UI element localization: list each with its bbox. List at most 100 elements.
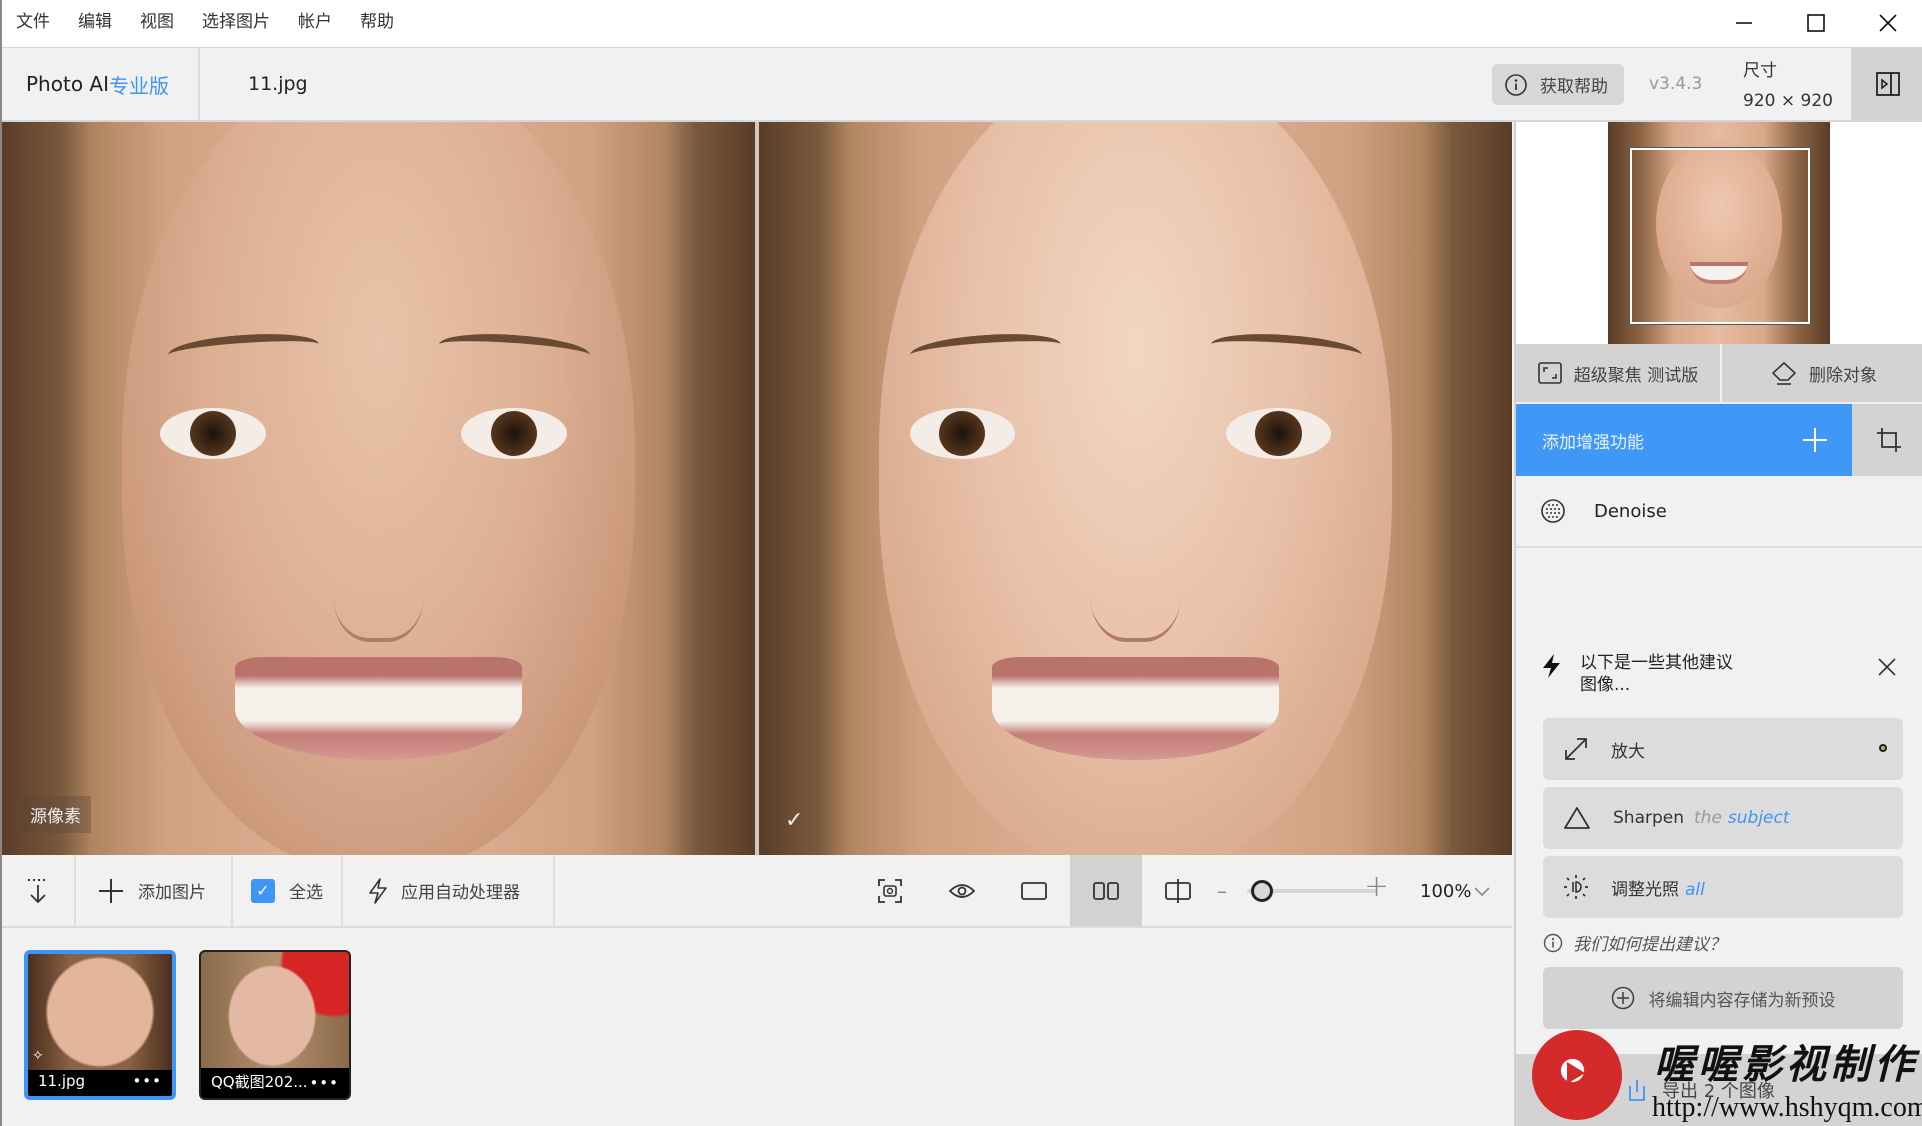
- how-suggestions-link[interactable]: 我们如何提出建议？: [1543, 930, 1726, 955]
- window-controls: [1708, 0, 1922, 48]
- zoom-slider-thumb[interactable]: [1251, 880, 1273, 902]
- processed-photo: [759, 122, 1512, 855]
- suggestion-adjust-lighting[interactable]: 调整光照 all: [1543, 856, 1903, 918]
- import-button[interactable]: [2, 855, 76, 926]
- lighting-icon: [1564, 875, 1588, 899]
- focus-icon: [1537, 362, 1562, 384]
- get-help-label: 获取帮助: [1540, 77, 1608, 97]
- menu-help[interactable]: 帮助: [346, 0, 408, 48]
- suggestion-target-link[interactable]: subject: [1728, 808, 1790, 828]
- close-window-button[interactable]: [1852, 0, 1922, 46]
- suggestion-muted-text: the: [1694, 808, 1722, 828]
- menu-select-image[interactable]: 选择图片: [188, 0, 284, 48]
- original-photo: [2, 122, 755, 855]
- navigator-preview[interactable]: [1516, 122, 1922, 344]
- enhancement-denoise[interactable]: Denoise: [1516, 476, 1922, 548]
- side-by-side-icon: [1093, 881, 1119, 900]
- denoise-label: Denoise: [1594, 500, 1667, 522]
- sharpen-icon: [1564, 807, 1590, 829]
- thumbnail-item[interactable]: ✧ 11.jpg •••: [24, 950, 176, 1100]
- tool-row: 超级聚焦 测试版 删除对象: [1516, 344, 1922, 402]
- app-header: Photo AI 专业版 11.jpg 获取帮助 v3.4.3 尺寸 920 × …: [2, 48, 1922, 122]
- menu-view[interactable]: 视图: [126, 0, 188, 48]
- suggestions-title-line2: 图像...: [1580, 675, 1631, 695]
- info-icon: [1505, 73, 1527, 96]
- add-image-label: 添加图片: [138, 883, 206, 903]
- close-icon: [1879, 14, 1897, 32]
- brand-name: Photo AI: [26, 72, 109, 96]
- suggestion-upscale[interactable]: 放大: [1543, 718, 1903, 780]
- crop-icon: [1877, 428, 1901, 452]
- version-label: v3.4.3: [1649, 74, 1703, 94]
- suggestion-target-link[interactable]: all: [1685, 880, 1705, 900]
- menu-file[interactable]: 文件: [2, 0, 64, 48]
- bottom-toolbar: 添加图片 ✓ 全选 应用自动处理器 – + 100%: [2, 855, 1512, 928]
- thumbnail-image: [201, 952, 349, 1068]
- select-all-checkbox[interactable]: ✓ 全选: [233, 855, 343, 926]
- remove-object-button[interactable]: 删除对象: [1720, 344, 1922, 402]
- upscale-icon: [1565, 738, 1587, 760]
- side-by-side-view-button[interactable]: [1070, 855, 1142, 926]
- status-dot-icon: [1879, 744, 1887, 752]
- autopilot-sparkle-icon: ✧: [32, 1048, 44, 1064]
- current-filename: 11.jpg: [248, 73, 308, 95]
- add-enhancement-row: 添加增强功能: [1516, 404, 1922, 476]
- autopilot-label: 应用自动处理器: [401, 883, 520, 903]
- super-focus-button[interactable]: 超级聚焦 测试版: [1516, 344, 1720, 402]
- close-suggestions-button[interactable]: [1878, 658, 1896, 680]
- menu-account[interactable]: 帐户: [284, 0, 346, 48]
- suggestion-label: Sharpen: [1613, 808, 1684, 828]
- select-all-label: 全选: [289, 883, 323, 903]
- eraser-icon: [1771, 361, 1797, 385]
- menu-edit[interactable]: 编辑: [64, 0, 126, 48]
- original-image-view[interactable]: 源像素: [2, 122, 755, 855]
- how-suggestions-label: 我们如何提出建议？: [1573, 935, 1726, 955]
- brand-edition: 专业版: [109, 73, 169, 98]
- processed-check-icon: ✓: [785, 808, 804, 833]
- crop-button[interactable]: [1852, 404, 1922, 476]
- close-icon: [1878, 658, 1896, 676]
- zoom-in-icon[interactable]: +: [1364, 869, 1389, 904]
- single-view-icon: [1021, 881, 1047, 900]
- remove-object-label: 删除对象: [1809, 365, 1877, 386]
- apply-autopilot-button[interactable]: 应用自动处理器: [343, 855, 555, 926]
- single-view-button[interactable]: [998, 855, 1070, 926]
- minimize-icon: [1736, 22, 1752, 24]
- suggestion-sharpen[interactable]: Sharpen the subject: [1543, 787, 1903, 849]
- add-image-button[interactable]: 添加图片: [76, 855, 233, 926]
- save-preset-button[interactable]: 将编辑内容存储为新预设: [1543, 967, 1903, 1029]
- zoom-slider[interactable]: –: [1217, 855, 1387, 926]
- super-focus-label: 超级聚焦 测试版: [1573, 365, 1699, 386]
- processed-image-view[interactable]: ✓: [759, 122, 1512, 855]
- get-help-button[interactable]: 获取帮助: [1492, 64, 1624, 105]
- add-enhancement-label: 添加增强功能: [1542, 432, 1644, 453]
- brand-logo: Photo AI 专业版: [2, 48, 200, 120]
- export-label: 导出 2 个图像: [1662, 1081, 1775, 1102]
- add-enhancement-button[interactable]: 添加增强功能: [1516, 404, 1852, 476]
- screenshot-button[interactable]: [854, 855, 926, 926]
- original-pixels-label: 源像素: [20, 796, 91, 833]
- split-view-button[interactable]: [1142, 855, 1214, 926]
- maximize-icon: [1807, 14, 1825, 32]
- dimensions-label: 尺寸: [1743, 61, 1777, 81]
- download-arrow-icon: [28, 878, 48, 903]
- zoom-dropdown-chevron-icon[interactable]: [1474, 855, 1490, 928]
- preview-toggle-button[interactable]: [926, 855, 998, 926]
- right-panel: 超级聚焦 测试版 删除对象 添加增强功能 Denoise 以下是一些其他建议 图…: [1514, 122, 1922, 1126]
- image-dimensions: 尺寸 920 × 920: [1743, 56, 1833, 116]
- thumbnail-item[interactable]: QQ截图202... •••: [199, 950, 351, 1100]
- plus-icon: [99, 878, 123, 903]
- more-options-icon[interactable]: •••: [132, 1072, 162, 1090]
- more-options-icon[interactable]: •••: [309, 1074, 339, 1092]
- suggestions-header: 以下是一些其他建议 图像...: [1540, 652, 1910, 696]
- export-icon: [1629, 1080, 1645, 1101]
- toggle-panel-button[interactable]: [1851, 48, 1922, 120]
- zoom-out-icon[interactable]: –: [1217, 879, 1227, 903]
- zoom-percentage[interactable]: 100%: [1420, 855, 1471, 928]
- navigator-viewport-frame[interactable]: [1629, 147, 1811, 325]
- minimize-button[interactable]: [1708, 0, 1780, 46]
- export-images-button[interactable]: 导出 2 个图像: [1516, 1054, 1922, 1126]
- plus-icon: [1803, 428, 1827, 452]
- maximize-button[interactable]: [1780, 0, 1852, 46]
- thumbnail-name: 11.jpg: [38, 1072, 86, 1090]
